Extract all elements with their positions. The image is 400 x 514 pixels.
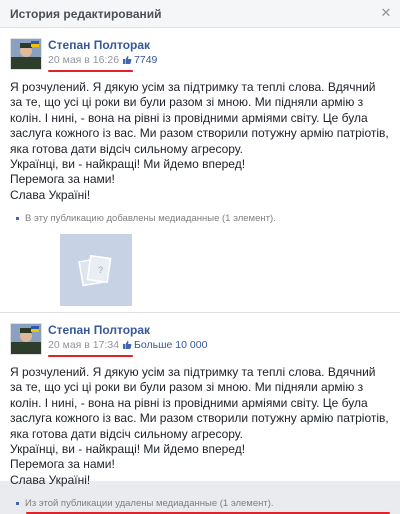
entry-subline: 20 мая в 16:26 7749 [48,53,157,72]
media-note: В эту публикацию добавлены медиаданные (… [16,213,390,224]
dialog-header: История редактирований ✕ [0,0,400,28]
history-entry: Степан Полторак 20 мая в 17:34 Больше 10… [0,312,400,514]
bullet-icon [16,217,19,221]
author-name[interactable]: Степан Полторак [48,323,207,338]
post-text: Я розчулений. Я дякую усім за підтримку … [10,80,389,202]
edit-history-dialog: История редактирований ✕ Степан Полторак… [0,0,400,514]
photo-placeholder-icon: ? [78,255,112,287]
media-note-text: В эту публикацию добавлены медиаданные (… [25,213,276,225]
history-entry: Степан Полторак 20 мая в 16:26 7749 Я ро… [0,28,400,312]
avatar-image [11,39,41,69]
entry-header: Степан Полторак 20 мая в 17:34 Больше 10… [10,323,390,357]
thumbs-up-icon [123,341,132,349]
avatar[interactable] [10,38,42,70]
entry-subline: 20 мая в 17:34 Больше 10 000 [48,338,207,357]
history-list: Степан Полторак 20 мая в 16:26 7749 Я ро… [0,28,400,514]
svg-text:?: ? [98,265,103,275]
entry-meta: Степан Полторак 20 мая в 16:26 7749 [48,38,157,72]
media-placeholder[interactable]: ? [60,234,132,307]
entry-header: Степан Полторак 20 мая в 16:26 7749 [10,38,390,72]
media-note-text: Из этой публикации удалены медиаданные (… [25,498,274,510]
media-note: Из этой публикации удалены медиаданные (… [16,498,390,514]
entry-meta: Степан Полторак 20 мая в 17:34 Больше 10… [48,323,207,357]
reaction-count[interactable]: Больше 10 000 [134,338,207,352]
dialog-title: История редактирований [10,6,162,21]
close-icon[interactable]: ✕ [380,6,392,19]
timestamp-text: 20 мая в 16:26 [48,54,120,66]
post-text: Я розчулений. Я дякую усім за підтримку … [10,365,389,487]
bullet-icon [16,502,19,506]
highlight-underline [48,355,134,357]
author-name[interactable]: Степан Полторак [48,38,157,53]
timestamp-text: 20 мая в 17:34 [48,339,120,351]
reaction-count[interactable]: 7749 [134,53,157,67]
avatar[interactable] [10,323,42,355]
timestamp[interactable]: 20 мая в 17:34 [48,338,134,357]
timestamp[interactable]: 20 мая в 16:26 [48,53,134,72]
avatar-image [11,324,41,354]
highlight-underline [48,70,134,72]
thumbs-up-icon [123,56,132,64]
